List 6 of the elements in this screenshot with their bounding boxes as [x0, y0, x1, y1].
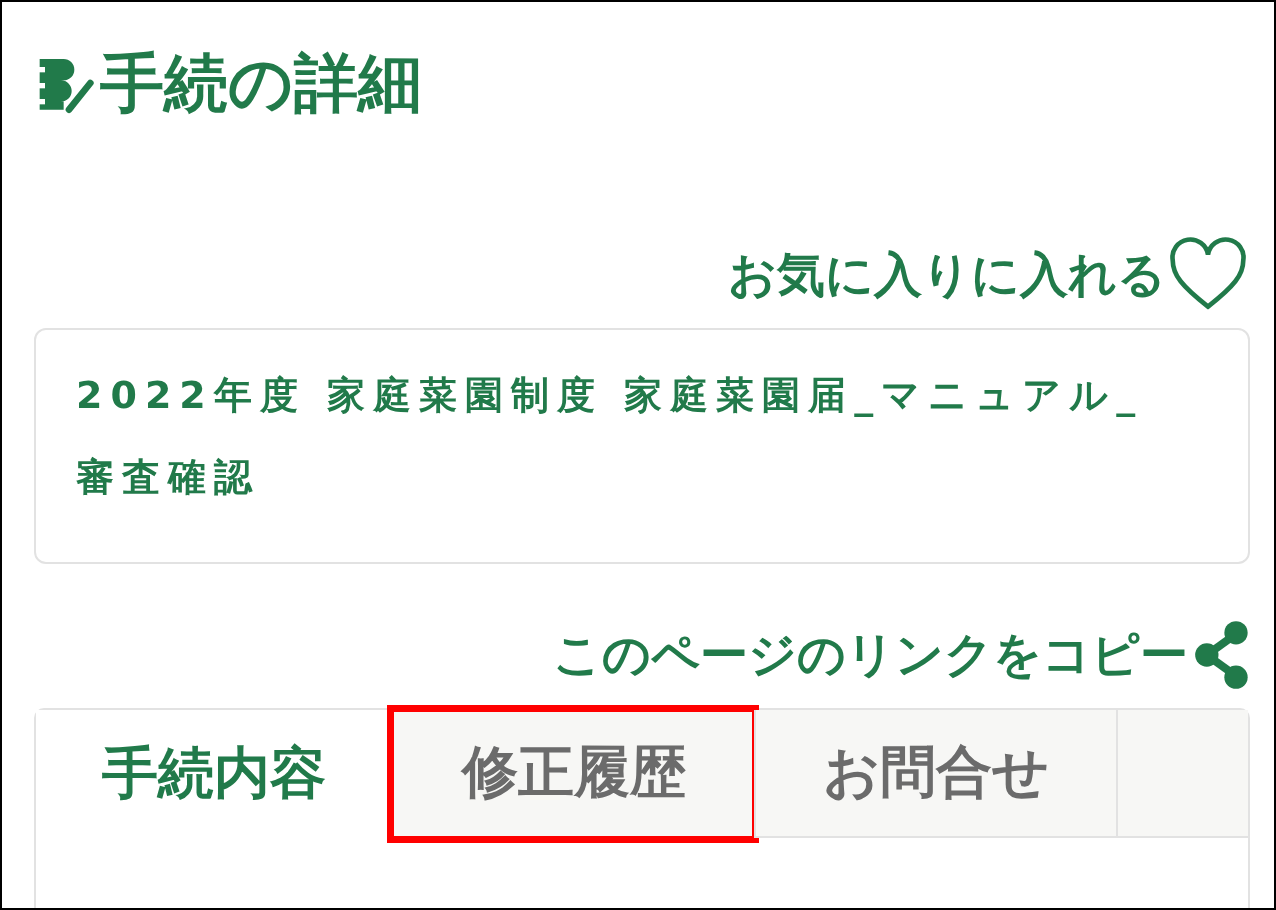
- share-icon: [1194, 620, 1250, 690]
- favorite-link[interactable]: お気に入りに入れる: [728, 236, 1250, 314]
- procedure-name: 2022年度 家庭菜園制度 家庭菜園届_マニュアル_審査確認: [76, 372, 1145, 501]
- copy-link[interactable]: このページのリンクをコピー: [553, 620, 1250, 690]
- tab[interactable]: お問合せ: [754, 710, 1116, 838]
- page-title: 手続の詳細: [100, 51, 422, 115]
